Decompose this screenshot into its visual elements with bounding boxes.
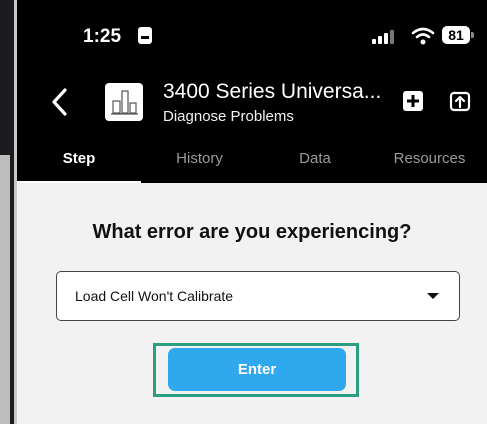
dropdown-arrow-icon [427,293,439,299]
id-card-icon [138,27,152,44]
tab-resources[interactable]: Resources [372,141,487,183]
add-note-icon[interactable] [402,90,424,112]
error-dropdown-value: Load Cell Won't Calibrate [75,288,234,304]
background-window-edge [0,0,14,424]
phone-screen: 1:25 81 3400 Series Universa... Diagnose… [17,0,487,424]
error-dropdown[interactable]: Load Cell Won't Calibrate [56,271,460,321]
step-content: What error are you experiencing? Load Ce… [17,183,487,424]
wifi-icon [411,27,435,45]
tab-bar: Step History Data Resources [17,141,487,183]
question-heading: What error are you experiencing? [92,221,412,243]
background-panel [0,155,10,424]
back-chevron-icon[interactable] [45,85,75,119]
product-thumbnail-icon [105,83,143,121]
battery-indicator: 81 [442,26,474,44]
page-title: 3400 Series Universa... [163,80,382,103]
tab-step[interactable]: Step [17,141,141,183]
tab-history[interactable]: History [141,141,258,183]
page-subtitle: Diagnose Problems [163,108,294,125]
status-bar: 1:25 81 [17,0,487,64]
app-header: 3400 Series Universa... Diagnose Problem… [17,64,487,141]
share-export-icon[interactable] [449,90,471,112]
enter-button[interactable]: Enter [168,348,346,391]
tab-data[interactable]: Data [258,141,372,183]
status-time: 1:25 [83,26,122,47]
